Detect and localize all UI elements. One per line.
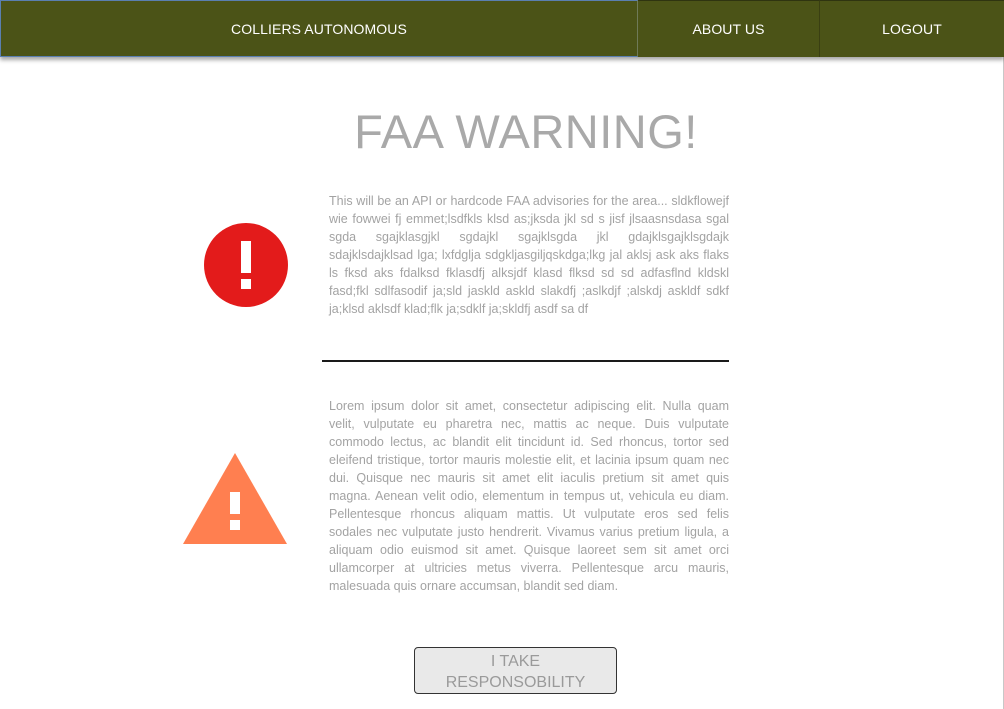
nav-logout-label: LOGOUT: [882, 21, 942, 37]
page: COLLIERS AUTONOMOUS ABOUT US LOGOUT FAA …: [0, 0, 1004, 709]
nav-brand-label: COLLIERS AUTONOMOUS: [231, 20, 407, 37]
error-icon: [204, 223, 288, 307]
nav-about-us-label: ABOUT US: [692, 21, 765, 37]
top-nav: COLLIERS AUTONOMOUS ABOUT US LOGOUT: [0, 0, 1004, 57]
take-responsibility-button[interactable]: I TAKE RESPONSOBILITY: [414, 647, 617, 694]
warning-description-text: Lorem ipsum dolor sit amet, consectetur …: [329, 399, 729, 593]
nav-brand-link[interactable]: COLLIERS AUTONOMOUS: [0, 0, 638, 57]
warning-icon: [183, 453, 287, 544]
section-divider: [322, 360, 729, 362]
page-title: FAA WARNING!: [354, 105, 698, 158]
nav-about-us-link[interactable]: ABOUT US: [638, 0, 820, 57]
faa-advisory-text: This will be an API or hardcode FAA advi…: [329, 194, 729, 316]
nav-logout-link[interactable]: LOGOUT: [820, 0, 1004, 57]
